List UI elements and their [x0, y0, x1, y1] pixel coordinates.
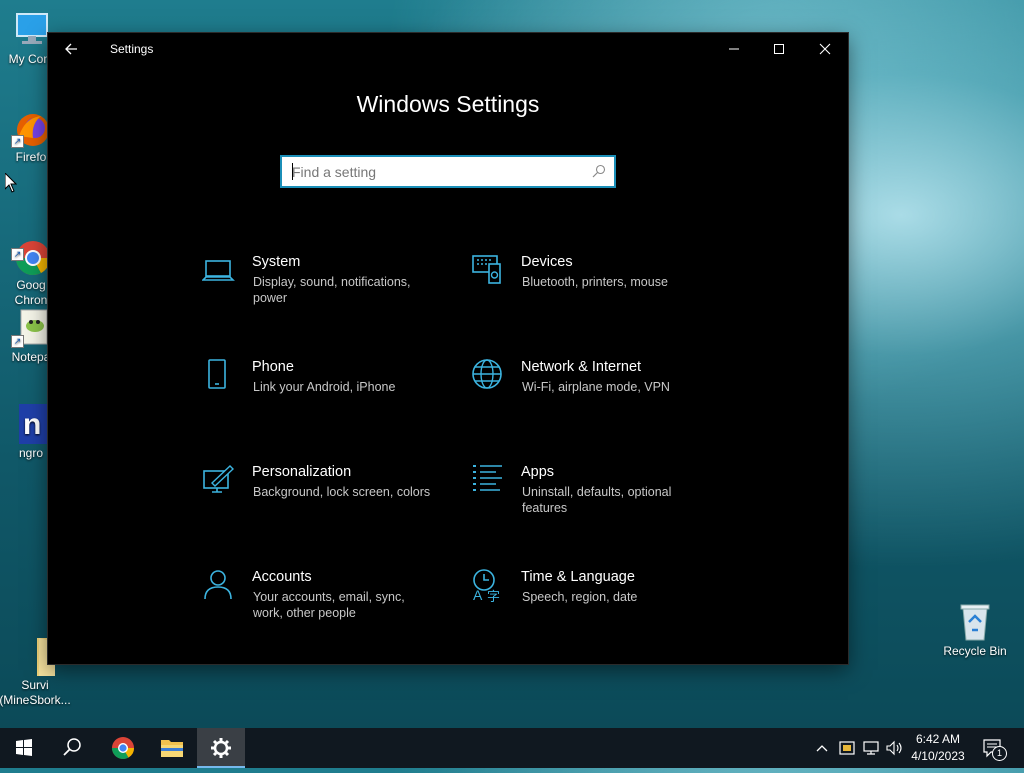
windows-logo-icon — [16, 739, 32, 756]
chevron-up-icon — [816, 745, 828, 752]
close-button[interactable] — [802, 33, 848, 65]
tile-title: Apps — [521, 464, 555, 480]
devices-icon — [472, 255, 501, 284]
tile-title: Network & Internet — [521, 359, 642, 375]
ngrok-icon: n — [11, 404, 51, 444]
tile-title: Time & Language — [521, 569, 635, 585]
search-icon[interactable] — [592, 164, 606, 178]
shortcut-arrow-icon: ↗ — [11, 248, 24, 261]
page-title: Windows Settings — [356, 91, 540, 117]
taskbar-settings-button[interactable] — [197, 728, 245, 768]
desktop-icon-recycle-bin[interactable]: Recycle Bin — [938, 602, 1012, 659]
computer-icon — [11, 10, 51, 50]
minimize-button[interactable] — [711, 33, 757, 65]
back-button[interactable] — [58, 37, 86, 61]
tile-title: Phone — [252, 359, 294, 375]
show-hidden-icons-button[interactable] — [813, 738, 831, 763]
recycle-bin-icon — [955, 602, 995, 642]
volume-icon[interactable] — [884, 738, 904, 763]
tile-title: Accounts — [252, 569, 312, 585]
tile-description: Background, lock screen, colors — [253, 485, 431, 499]
start-button[interactable] — [0, 728, 48, 768]
tile-description: Speech, region, date — [522, 590, 638, 604]
svg-text:字: 字 — [487, 589, 500, 603]
time-language-icon: A字 — [473, 569, 500, 603]
taskbar-search-button[interactable] — [48, 728, 96, 768]
laptop-icon — [202, 260, 235, 281]
tile-description: Display, sound, notifications, power — [253, 275, 411, 305]
tile-description: Bluetooth, printers, mouse — [522, 275, 668, 289]
notepad-plus-icon: ↗ — [11, 308, 51, 348]
tile-apps[interactable]: Apps Uninstall, defaults, optional featu… — [471, 464, 721, 544]
tray-security-icon[interactable] — [837, 738, 857, 763]
search-box[interactable] — [280, 155, 616, 188]
search-icon — [63, 738, 81, 756]
folder-icon — [161, 740, 183, 757]
text-caret — [292, 163, 293, 180]
shortcut-arrow-icon: ↗ — [11, 135, 24, 148]
minimize-icon — [729, 48, 739, 50]
window-title: Settings — [110, 42, 154, 56]
notification-badge: 1 — [992, 746, 1007, 761]
firefox-icon: ↗ — [11, 108, 51, 148]
tile-description: Your accounts, email, sync, work, other … — [253, 590, 405, 620]
desktop-icon-label: Survi (MineSbork... — [0, 678, 71, 707]
person-icon — [204, 570, 232, 600]
tile-title: Personalization — [252, 464, 352, 480]
search-input[interactable] — [282, 157, 582, 186]
tile-devices[interactable]: Devices Bluetooth, printers, mouse — [471, 254, 721, 334]
tile-accounts[interactable]: Accounts Your accounts, email, sync, wor… — [202, 569, 452, 649]
gear-icon — [211, 738, 231, 758]
clock-date[interactable]: 4/10/2023 — [903, 749, 973, 763]
tile-phone[interactable]: Phone Link your Android, iPhone — [202, 359, 452, 439]
tile-description: Link your Android, iPhone — [253, 380, 396, 394]
chrome-icon: ↗ — [11, 221, 51, 275]
apps-list-icon — [473, 465, 502, 491]
maximize-button[interactable] — [756, 33, 802, 65]
chrome-icon — [112, 737, 134, 759]
tile-network-internet[interactable]: Network & Internet Wi-Fi, airplane mode,… — [471, 359, 721, 439]
tile-time-language[interactable]: A字 Time & Language Speech, region, date — [471, 569, 721, 649]
svg-text:A: A — [473, 587, 483, 603]
desktop-icon-label: Recycle Bin — [943, 644, 1007, 658]
taskbar-chrome-button[interactable] — [99, 728, 147, 768]
network-icon[interactable] — [861, 738, 881, 763]
tile-description: Wi-Fi, airplane mode, VPN — [522, 380, 670, 394]
title-bar: Settings — [48, 33, 848, 65]
action-center-button[interactable]: 1 — [980, 736, 1008, 761]
personalization-icon — [203, 465, 235, 493]
back-arrow-icon — [65, 43, 77, 55]
tile-title: Devices — [521, 254, 573, 270]
tile-system[interactable]: System Display, sound, notifications, po… — [202, 254, 452, 334]
settings-window: Settings Windows Settings System Display… — [48, 33, 848, 664]
clock-time[interactable]: 6:42 AM — [903, 732, 973, 746]
tile-personalization[interactable]: Personalization Background, lock screen,… — [202, 464, 452, 544]
tile-description: Uninstall, defaults, optional features — [522, 485, 672, 515]
taskbar: 6:42 AM 4/10/2023 1 — [0, 728, 1024, 768]
shortcut-arrow-icon: ↗ — [11, 335, 24, 348]
mouse-cursor — [4, 171, 18, 198]
tile-title: System — [252, 254, 301, 270]
phone-icon — [208, 359, 226, 389]
svg-text:n: n — [23, 408, 41, 441]
globe-icon — [472, 359, 502, 389]
taskbar-file-explorer-button[interactable] — [148, 728, 196, 768]
close-icon — [819, 43, 831, 55]
maximize-icon — [774, 44, 784, 54]
